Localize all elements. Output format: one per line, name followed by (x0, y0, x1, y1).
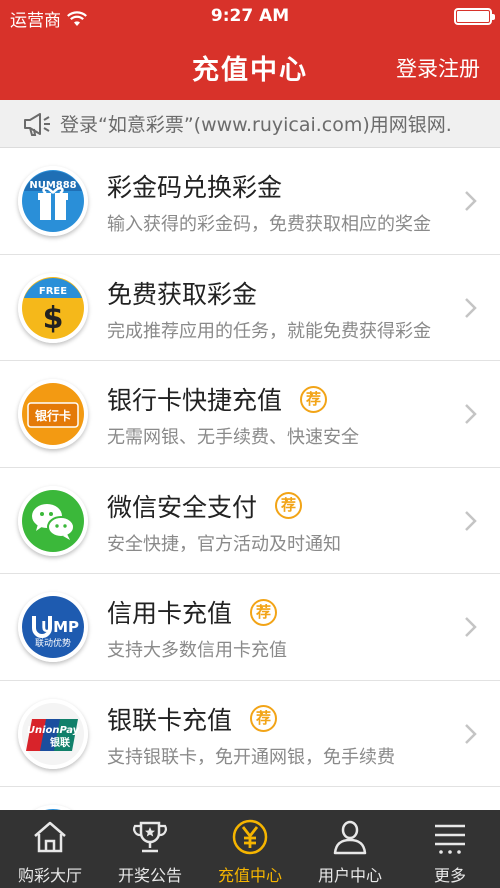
list-item-wechat-pay[interactable]: 微信安全支付荐 安全快捷，官方活动及时通知 (0, 468, 500, 574)
recharge-list: NUM888 彩金码兑换彩金 输入获得的彩金码，免费获取相应的奖金 FREE $… (0, 148, 500, 810)
megaphone-icon (24, 112, 50, 136)
list-item-partial[interactable] (0, 787, 500, 810)
free-dollar-icon: FREE $ (18, 272, 88, 343)
tab-recharge-center[interactable]: 充值中心 (200, 810, 300, 888)
status-time: 9:27 AM (210, 6, 290, 26)
item-subtitle: 完成推荐应用的任务，就能免费获得彩金 (107, 320, 431, 342)
bank-card-icon-text: 银行卡 (35, 408, 71, 423)
item-title-text: 银联卡充值 (107, 705, 233, 735)
recommend-badge: 荐 (250, 598, 278, 626)
menu-icon (435, 824, 465, 854)
list-item-credit-card[interactable]: UMP 联动优势 信用卡充值荐 支持大多数信用卡充值 (0, 574, 500, 681)
dollar-symbol: $ (43, 301, 64, 336)
home-icon (34, 821, 66, 853)
item-title: 银联卡充值荐 (107, 701, 278, 737)
chevron-right-icon (465, 404, 477, 424)
item-title-text: 信用卡充值 (107, 599, 233, 628)
tab-lottery-hall[interactable]: 购彩大厅 (0, 810, 100, 888)
recommend-badge: 荐 (275, 492, 303, 519)
tab-label: 购彩大厅 (17, 866, 82, 885)
item-subtitle: 支持银联卡，免开通网银，免手续费 (107, 746, 395, 768)
unionpay-icon-subtext: 银联 (50, 736, 70, 749)
tab-bar: 购彩大厅 开奖公告 充值中心 用户中心 更多 (0, 810, 500, 888)
item-title-text: 彩金码兑换彩金 (107, 173, 283, 202)
login-register-button[interactable]: 登录注册 (396, 53, 480, 83)
tab-more[interactable]: 更多 (400, 810, 500, 888)
top-bar: 运营商 9:27 AM 充值中心 登录注册 (0, 0, 500, 100)
chevron-right-icon (465, 617, 477, 637)
unionpay-icon: UnionPay 银联 (18, 698, 88, 769)
tab-draw-results[interactable]: 开奖公告 (100, 810, 200, 888)
status-bar: 运营商 9:27 AM (0, 0, 500, 34)
item-subtitle: 输入获得的彩金码，免费获取相应的奖金 (107, 214, 431, 235)
chevron-right-icon (465, 723, 477, 744)
item-title-text: 银行卡快捷充值 (107, 386, 283, 415)
recommend-badge: 荐 (300, 385, 328, 413)
ump-icon: UMP 联动优势 (18, 592, 88, 662)
chevron-right-icon (465, 191, 477, 211)
list-item-unionpay[interactable]: UnionPay 银联 银联卡充值荐 支持银联卡，免开通网银，免手续费 (0, 681, 500, 787)
gift-code-icon-text: NUM888 (29, 180, 76, 191)
item-title: 彩金码兑换彩金 (107, 168, 282, 204)
chevron-right-icon (465, 510, 477, 531)
item-title: 银行卡快捷充值荐 (107, 381, 328, 417)
item-title: 微信安全支付荐 (107, 488, 303, 524)
battery-icon (454, 8, 495, 25)
gift-code-icon: NUM888 (18, 166, 88, 236)
tab-user-center[interactable]: 用户中心 (300, 810, 400, 888)
item-subtitle: 无需网银、无手续费、快速安全 (107, 427, 359, 448)
unionpay-icon-text: UnionPay (27, 725, 80, 736)
tab-label: 用户中心 (317, 866, 382, 885)
notice-bar[interactable]: 登录“如意彩票”(www.ruyicai.com)用网银网. (0, 100, 500, 148)
recommend-badge: 荐 (250, 705, 278, 732)
ump-icon-subtext: 联动优势 (35, 637, 71, 649)
user-icon (333, 820, 367, 855)
item-title: 信用卡充值荐 (107, 594, 278, 630)
ump-icon-text: UMP (41, 618, 79, 636)
item-title-text: 微信安全支付 (107, 492, 258, 522)
list-item-bank-card[interactable]: 银行卡 银行卡快捷充值荐 无需网银、无手续费、快速安全 (0, 361, 500, 468)
list-item-free-bonus[interactable]: FREE $ 免费获取彩金 完成推荐应用的任务，就能免费获得彩金 (0, 255, 500, 361)
tab-label: 更多 (433, 866, 466, 885)
free-icon-text: FREE (39, 286, 67, 297)
item-title-text: 免费获取彩金 (107, 279, 258, 309)
item-title: 免费获取彩金 (107, 275, 257, 311)
tab-label: 充值中心 (217, 866, 282, 885)
tab-label: 开奖公告 (117, 866, 182, 885)
item-subtitle: 支持大多数信用卡充值 (107, 640, 287, 661)
notice-text: 登录“如意彩票”(www.ruyicai.com)用网银网. (60, 114, 452, 136)
list-item-redeem-code[interactable]: NUM888 彩金码兑换彩金 输入获得的彩金码，免费获取相应的奖金 (0, 148, 500, 255)
bank-card-icon: 银行卡 (18, 379, 88, 449)
item-subtitle: 安全快捷，官方活动及时通知 (107, 533, 341, 555)
trophy-icon (133, 821, 167, 853)
yuan-coin-icon (232, 819, 268, 855)
chevron-right-icon (465, 297, 477, 318)
wechat-icon (18, 485, 88, 556)
